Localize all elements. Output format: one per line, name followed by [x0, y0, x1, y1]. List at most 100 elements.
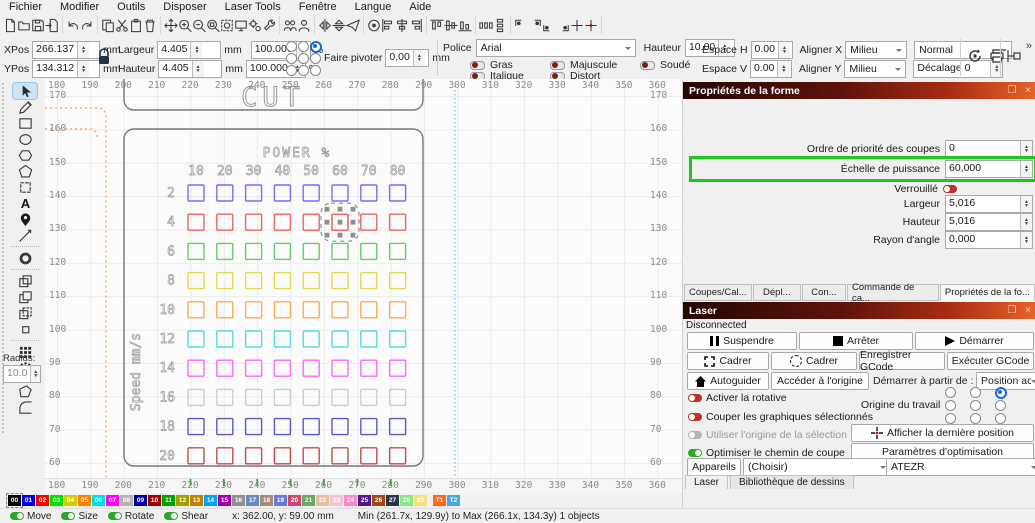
space-v-field[interactable]: 0.00 ▲ ▼	[749, 60, 792, 78]
prop-spinner[interactable]: ▲ ▼	[1020, 161, 1032, 177]
test-square-s20-p20[interactable]	[216, 447, 234, 465]
test-square-s18-p50[interactable]	[302, 417, 320, 436]
xpos-spinner[interactable]: ▲ ▼	[77, 42, 90, 58]
align-center-h-icon[interactable]	[395, 16, 409, 34]
selection-handle[interactable]	[337, 232, 343, 238]
test-square-s18-p70[interactable]	[360, 417, 378, 436]
pause-button[interactable]: Suspendre	[687, 332, 797, 350]
pencil-tool-icon[interactable]	[13, 99, 37, 115]
palette-chip-27[interactable]: 27	[386, 495, 399, 506]
menu-fenêtre[interactable]: Fenêtre	[290, 1, 346, 13]
palette-chip-25[interactable]: 25	[358, 495, 371, 506]
float-panel-icon[interactable]: ❐	[1004, 305, 1020, 316]
menu-modifier[interactable]: Modifier	[51, 1, 108, 13]
align-right-icon[interactable]	[409, 16, 423, 34]
test-square-s6-p60[interactable]	[331, 242, 349, 261]
rotate-field[interactable]: 0,00 ▲ ▼	[385, 49, 430, 67]
test-square-s8-p10[interactable]	[187, 271, 205, 290]
boolean-subtract-tool-icon[interactable]	[13, 305, 37, 321]
material-select[interactable]: (Choisir)	[743, 458, 891, 476]
align-top-icon[interactable]	[430, 16, 444, 34]
prop-input[interactable]: 0,000 ▲ ▼	[945, 231, 1033, 249]
prop-input[interactable]: 5,016 ▲ ▼	[945, 213, 1033, 231]
float-panel-icon[interactable]: ❐	[1004, 85, 1020, 96]
distribute-h-icon[interactable]	[479, 16, 493, 34]
status-toggle-shear[interactable]: Shear	[164, 511, 208, 522]
test-square-s2-p30[interactable]	[244, 184, 263, 202]
test-square-s14-p30[interactable]	[244, 359, 263, 377]
laser-option-0[interactable]: Activer la rotative	[688, 392, 787, 404]
test-square-s18-p80[interactable]	[388, 417, 407, 436]
menu-outils[interactable]: Outils	[108, 1, 154, 13]
locked-toggle[interactable]	[943, 185, 957, 193]
hauteur-spinner[interactable]: ▲ ▼	[191, 61, 204, 77]
test-square-s8-p60[interactable]	[331, 271, 349, 290]
palette-chip-01[interactable]: 01	[22, 495, 35, 506]
users-icon[interactable]	[283, 16, 297, 34]
test-square-s20-p60[interactable]	[331, 447, 349, 465]
test-square-s16-p10[interactable]	[187, 388, 205, 407]
origin-radio-2[interactable]	[995, 387, 1007, 399]
prop-spinner[interactable]: ▲ ▼	[1020, 196, 1032, 212]
rectangle-tool-icon[interactable]	[13, 115, 37, 131]
test-square-s20-p70[interactable]	[360, 447, 378, 465]
test-square-s10-p60[interactable]	[331, 301, 349, 319]
test-square-s6-p40[interactable]	[273, 242, 292, 261]
prop-spinner[interactable]: ▲ ▼	[1020, 232, 1032, 248]
test-square-s14-p50[interactable]	[302, 359, 320, 377]
origin-radio-3[interactable]	[945, 400, 956, 411]
test-square-s2-p10[interactable]	[187, 184, 205, 202]
align-left-icon[interactable]	[381, 16, 395, 34]
test-square-s10-p30[interactable]	[244, 301, 263, 319]
align-bottom-icon[interactable]	[458, 16, 472, 34]
test-square-s6-p70[interactable]	[360, 242, 378, 261]
copy-icon[interactable]	[101, 16, 115, 34]
new-file-icon[interactable]	[3, 16, 17, 34]
save-file-icon[interactable]	[31, 16, 45, 34]
test-square-s8-p20[interactable]	[216, 271, 234, 290]
save-gcode-button[interactable]: Enregistrer GCode	[859, 349, 945, 373]
palette-chip-T1[interactable]: T1	[433, 495, 446, 506]
panel-tab-bibliothèque-de-dessins[interactable]: Bibliothèque de dessins	[730, 475, 854, 489]
bold-toggle[interactable]	[470, 60, 485, 70]
mirror-h-icon[interactable]	[318, 16, 332, 34]
edit-nodes-tool-icon[interactable]	[13, 179, 37, 195]
selection-handle[interactable]	[350, 232, 356, 238]
test-square-s6-p50[interactable]	[302, 242, 320, 261]
corner-bl-icon[interactable]	[542, 16, 556, 34]
status-toggle-move[interactable]: Move	[10, 511, 51, 522]
selection-handle[interactable]	[337, 206, 343, 212]
laser-panel-header[interactable]: Laser ❐ ×	[683, 302, 1035, 319]
test-square-s18-p60[interactable]	[331, 417, 349, 436]
toggle-icon[interactable]	[688, 413, 702, 421]
test-square-s10-p20[interactable]	[216, 301, 234, 319]
prop-spinner[interactable]: ▲ ▼	[1020, 141, 1032, 157]
wrench-icon[interactable]	[262, 16, 276, 34]
palette-chip-T2[interactable]: T2	[447, 495, 460, 506]
test-square-s14-p60[interactable]	[331, 359, 349, 377]
lock-aspect-icon[interactable]	[97, 48, 111, 70]
test-square-s14-p10[interactable]	[187, 359, 205, 377]
palette-chip-08[interactable]: 08	[120, 495, 133, 506]
test-square-s16-p80[interactable]	[388, 388, 407, 407]
test-square-s4-p50[interactable]	[302, 213, 320, 231]
user-icon[interactable]	[297, 16, 311, 34]
home-button[interactable]: Autoguider	[687, 372, 769, 390]
selection-handle[interactable]	[324, 219, 330, 225]
test-square-s16-p30[interactable]	[244, 388, 263, 407]
laser-option-2[interactable]: Utiliser l'origine de la sélection	[688, 429, 847, 441]
palette-chip-22[interactable]: 22	[316, 495, 329, 506]
dock-tab-4[interactable]: Propriétés de la fo...	[939, 284, 1035, 301]
frame-rect-button[interactable]: Cadrer	[687, 352, 769, 370]
origin-radio-6[interactable]	[945, 413, 956, 424]
origin-radio-4[interactable]	[970, 400, 981, 411]
delete-icon[interactable]	[143, 16, 157, 34]
offset-tool-icon[interactable]	[13, 250, 37, 266]
palette-chip-09[interactable]: 09	[134, 495, 147, 506]
palette-chip-19[interactable]: 19	[274, 495, 287, 506]
origin-radio-6[interactable]	[286, 65, 297, 76]
test-square-s2-p50[interactable]	[302, 184, 320, 202]
palette-chip-05[interactable]: 05	[78, 495, 91, 506]
test-square-s10-p10[interactable]	[187, 301, 205, 319]
test-square-s10-p70[interactable]	[360, 301, 378, 319]
